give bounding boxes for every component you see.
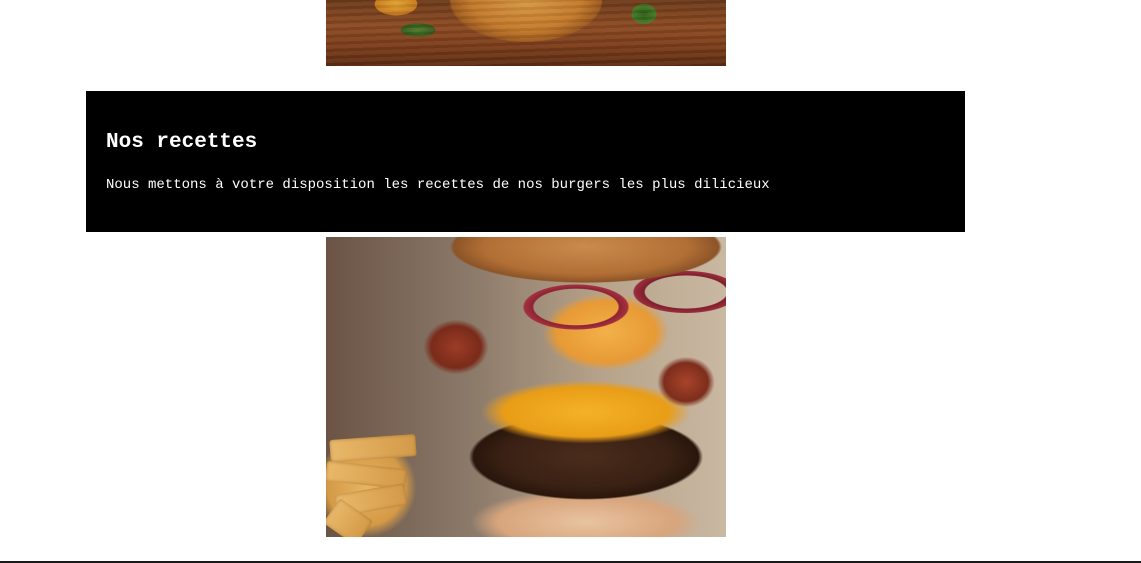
recipes-title: Nos recettes xyxy=(106,131,258,154)
burger-image-top xyxy=(326,0,726,66)
burger-image-bottom xyxy=(326,237,726,537)
recipes-section: Nos recettes Nous mettons à votre dispos… xyxy=(86,91,965,232)
recipes-description: Nous mettons à votre disposition les rec… xyxy=(106,177,770,193)
